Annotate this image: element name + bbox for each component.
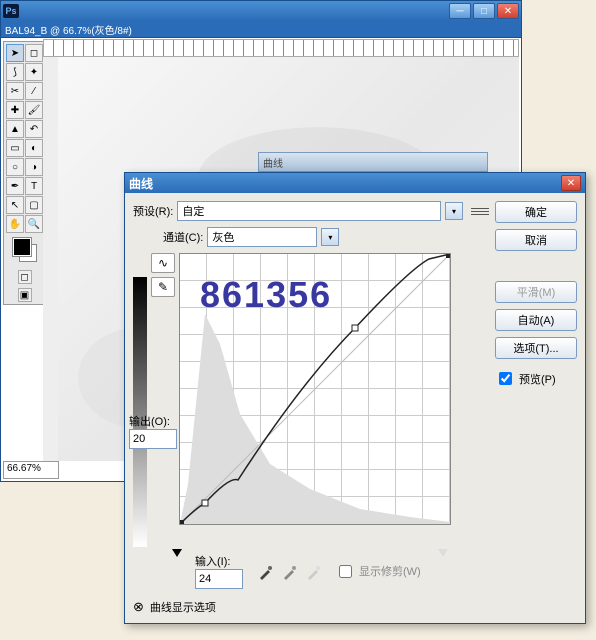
main-close-button[interactable]: ✕ <box>497 3 519 19</box>
wand-tool[interactable]: ✦ <box>25 63 43 81</box>
curves-dialog: 曲线 ✕ 预设(R): 自定 ▾ 通道(C): 灰色 ▾ <box>124 172 586 624</box>
input-input[interactable] <box>195 569 243 589</box>
ok-button[interactable]: 确定 <box>495 201 577 223</box>
preview-label: 预览(P) <box>519 371 556 387</box>
toolbox: ➤ ◻ ⟆ ✦ ✂ ⁄ ✚ 🖌 ▲ ↶ ▭ ◐ ○ ◑ ✒ T ↖ ▢ ✋ 🔍 … <box>3 41 45 305</box>
curve-grid[interactable] <box>179 253 451 525</box>
document-tab-text: BAL94_B @ 66.7%(灰色/8#) <box>5 22 132 37</box>
quickmask-button[interactable]: ◻ <box>18 270 32 284</box>
move-tool[interactable]: ➤ <box>6 44 24 62</box>
pen-tool[interactable]: ✒ <box>6 177 24 195</box>
preset-value: 自定 <box>182 203 204 219</box>
blur-tool[interactable]: ○ <box>6 158 24 176</box>
preset-dropdown-button[interactable]: ▾ <box>445 202 463 220</box>
minimize-button[interactable]: ─ <box>449 3 471 19</box>
maximize-button[interactable]: □ <box>473 3 495 19</box>
cancel-button[interactable]: 取消 <box>495 229 577 251</box>
display-options-expander[interactable]: ⊗ 曲线显示选项 <box>133 599 489 615</box>
curve-line[interactable] <box>180 254 450 524</box>
color-swatches[interactable] <box>6 234 43 266</box>
screenmode-button[interactable]: ▣ <box>18 288 32 302</box>
dodge-tool[interactable]: ◑ <box>25 158 43 176</box>
expand-label: 曲线显示选项 <box>150 599 216 615</box>
channel-value: 灰色 <box>212 229 234 245</box>
marquee-tool[interactable]: ◻ <box>25 44 43 62</box>
hand-tool[interactable]: ✋ <box>6 215 24 233</box>
crop-tool[interactable]: ✂ <box>6 82 24 100</box>
healing-tool[interactable]: ✚ <box>6 101 24 119</box>
lasso-tool[interactable]: ⟆ <box>6 63 24 81</box>
document-tab[interactable]: BAL94_B @ 66.7%(灰色/8#) <box>1 21 521 38</box>
dialog-title: 曲线 <box>129 175 561 192</box>
app-icon: Ps <box>3 4 19 18</box>
channel-label: 通道(C): <box>163 229 203 245</box>
black-point-eyedropper[interactable] <box>257 562 275 580</box>
output-label: 输出(O): <box>129 413 177 429</box>
output-gradient-v <box>133 277 147 547</box>
gray-point-eyedropper[interactable] <box>281 562 299 580</box>
type-tool[interactable]: T <box>25 177 43 195</box>
channel-dropdown-button[interactable]: ▾ <box>321 228 339 246</box>
gradient-tool[interactable]: ◐ <box>25 139 43 157</box>
preset-menu-icon[interactable] <box>471 204 489 218</box>
brush-tool[interactable]: 🖌 <box>25 101 43 119</box>
zoom-tool[interactable]: 🔍 <box>25 215 43 233</box>
curve-mode-button[interactable]: ∿ <box>151 253 175 273</box>
pencil-mode-button[interactable]: ✎ <box>151 277 175 297</box>
shape-tool[interactable]: ▢ <box>25 196 43 214</box>
input-label: 输入(I): <box>195 553 243 569</box>
preview-checkbox[interactable] <box>499 372 512 385</box>
dialog-close-button[interactable]: ✕ <box>561 175 581 191</box>
white-point-eyedropper[interactable] <box>305 562 323 580</box>
dialog-titlebar[interactable]: 曲线 ✕ <box>125 173 585 193</box>
ghost-title-text: 曲线 <box>263 155 283 170</box>
smooth-button[interactable]: 平滑(M) <box>495 281 577 303</box>
ghost-dialog-titlebar: 曲线 <box>258 152 488 172</box>
main-titlebar: Ps ─ □ ✕ <box>1 1 521 21</box>
eyedropper-tool[interactable]: ⁄ <box>25 82 43 100</box>
show-clip-label: 显示修剪(W) <box>359 563 421 579</box>
eraser-tool[interactable]: ▭ <box>6 139 24 157</box>
zoom-status[interactable]: 66.67% <box>3 461 59 479</box>
stamp-tool[interactable]: ▲ <box>6 120 24 138</box>
history-brush-tool[interactable]: ↶ <box>25 120 43 138</box>
output-input[interactable] <box>129 429 177 449</box>
options-button[interactable]: 选项(T)... <box>495 337 577 359</box>
channel-combo[interactable]: 灰色 <box>207 227 317 247</box>
path-tool[interactable]: ↖ <box>6 196 24 214</box>
auto-button[interactable]: 自动(A) <box>495 309 577 331</box>
preset-combo[interactable]: 自定 <box>177 201 441 221</box>
horizontal-ruler <box>43 39 519 57</box>
show-clip-checkbox[interactable] <box>339 565 352 578</box>
preset-label: 预设(R): <box>133 203 173 219</box>
